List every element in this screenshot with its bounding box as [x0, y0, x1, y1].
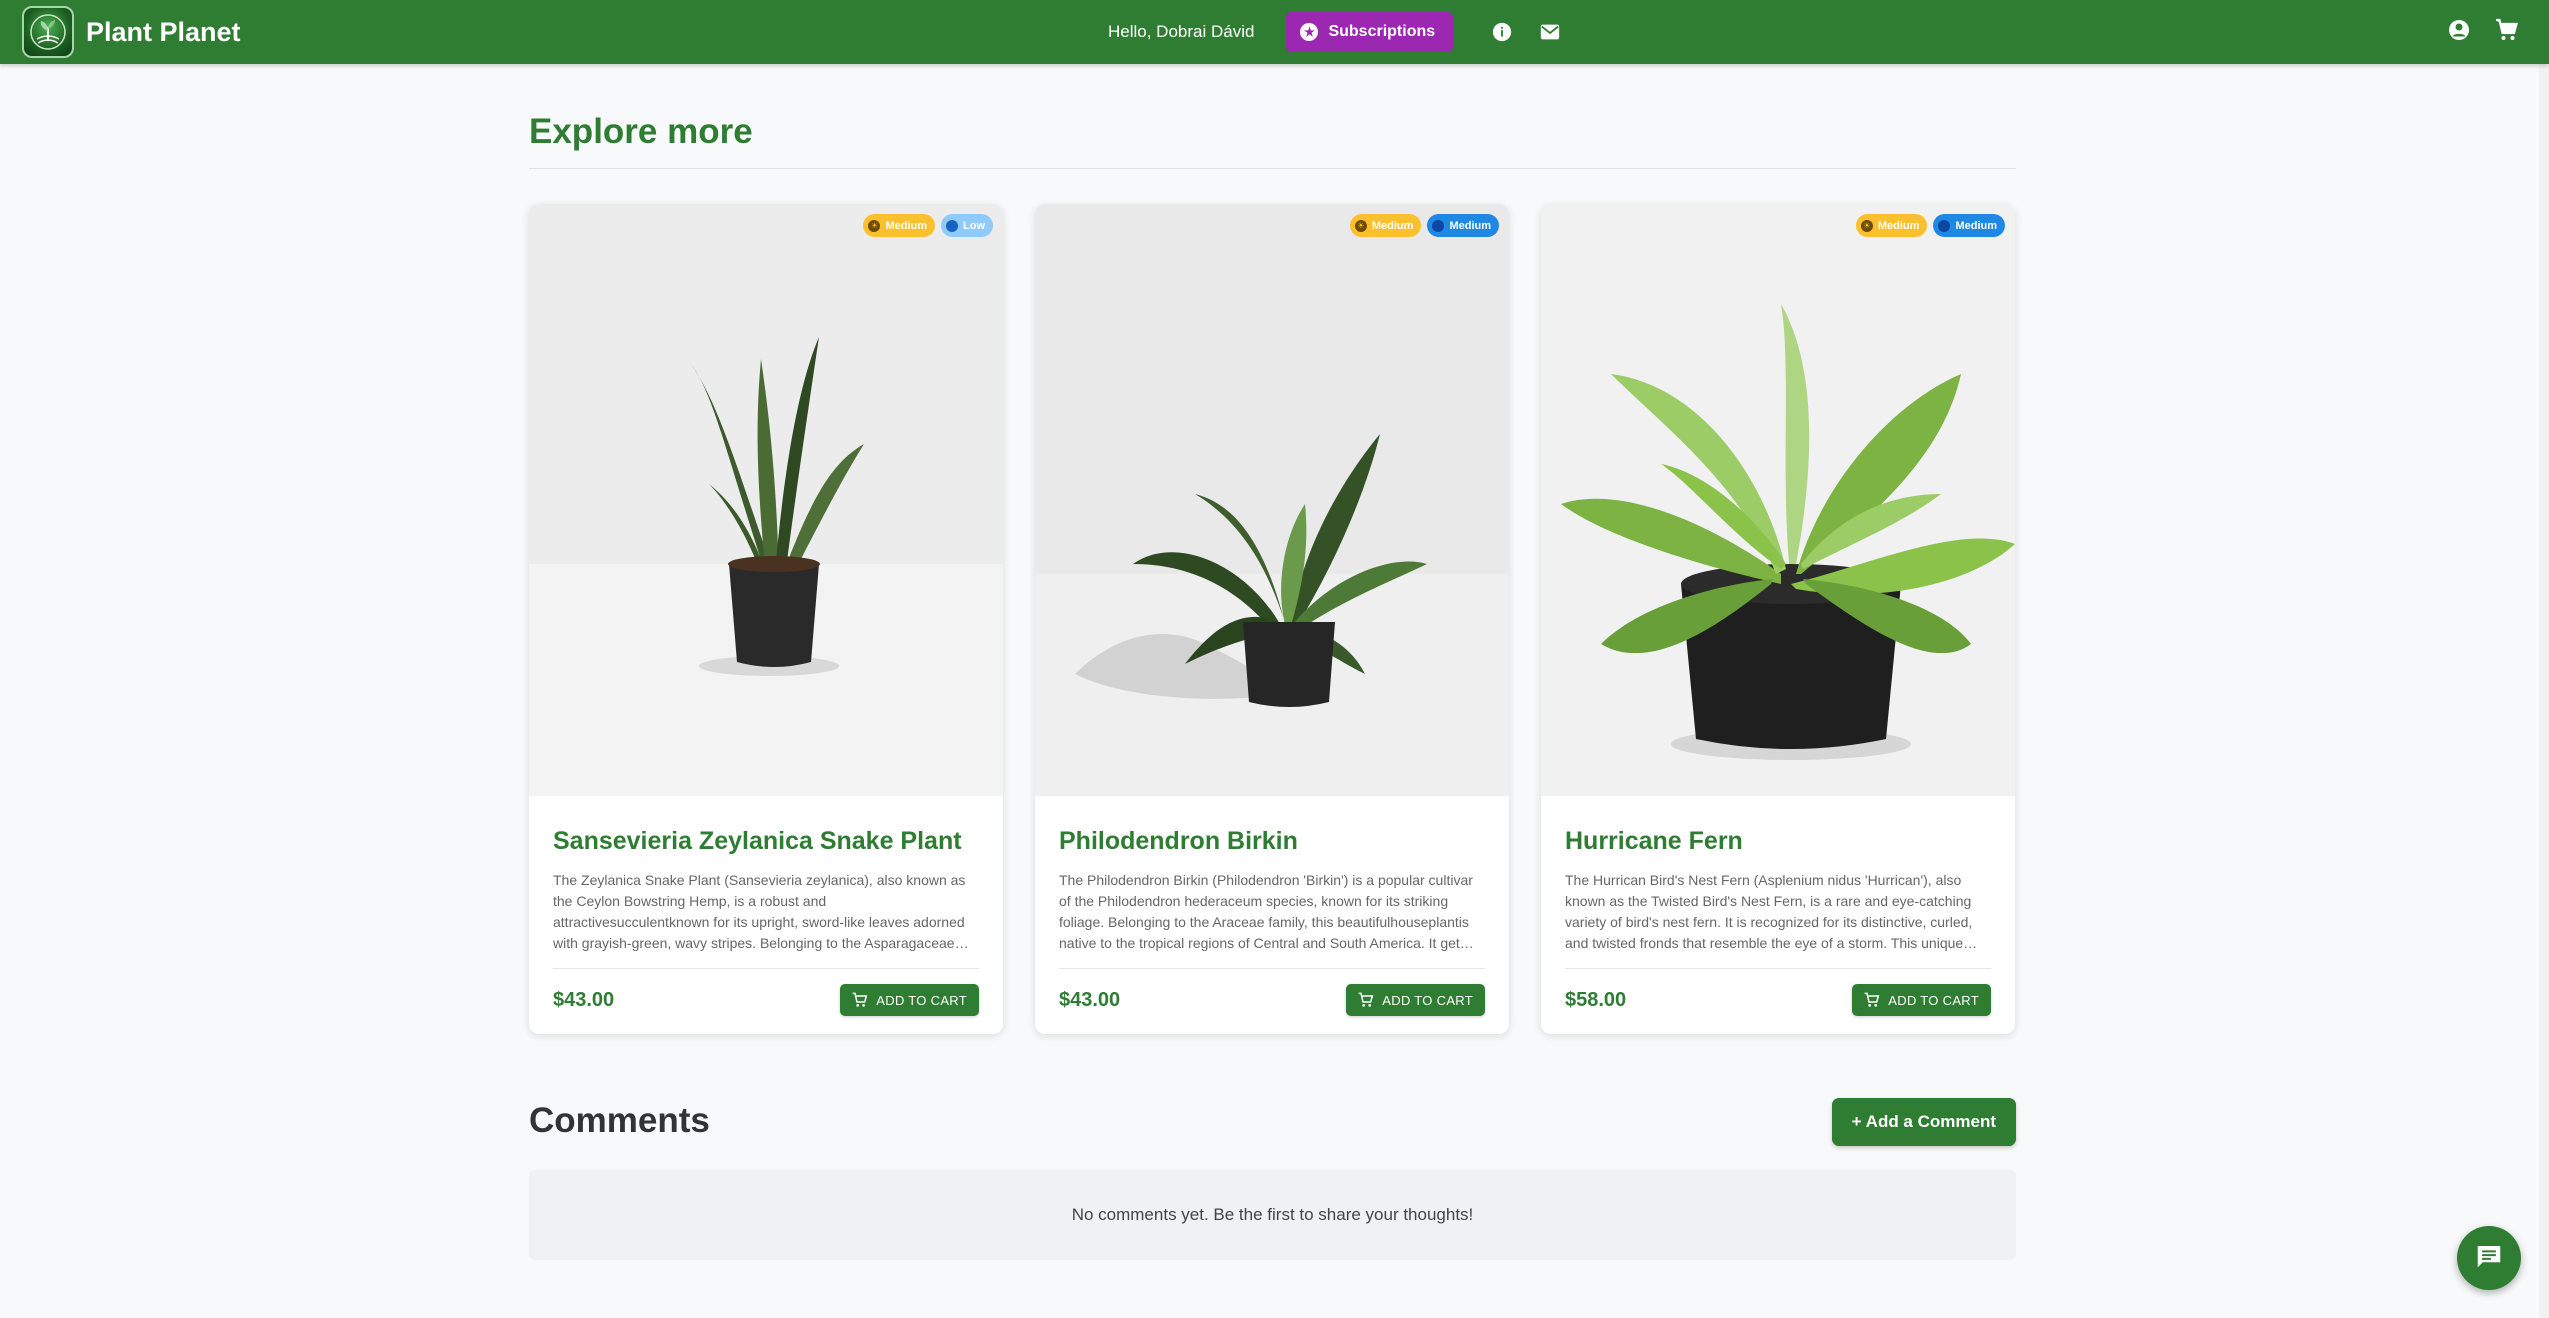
sun-icon: ☀ — [1860, 219, 1873, 232]
sun-icon: ☀ — [1354, 219, 1367, 232]
product-name[interactable]: Philodendron Birkin — [1059, 826, 1485, 856]
comments-title: Comments — [529, 1101, 710, 1140]
care-badges: ☀ Medium Medium — [1855, 214, 2005, 237]
product-card[interactable]: ☀ Medium Low Sansevieria Zeylanica Snake … — [529, 204, 1003, 1034]
add-comment-button[interactable]: + Add a Comment — [1831, 1098, 2016, 1146]
chat-button[interactable] — [2457, 1226, 2521, 1290]
product-description: The Hurrican Bird's Nest Fern (Asplenium… — [1565, 872, 1978, 951]
center-nav: Hello, Dobrai Dávid ★ Subscriptions — [1108, 12, 1563, 52]
card-divider — [1565, 968, 1991, 969]
product-description: The Philodendron Birkin (Philodendron 'B… — [1059, 872, 1474, 951]
add-to-cart-button[interactable]: ADD TO CART — [840, 984, 979, 1016]
product-list: ☀ Medium Low Sansevieria Zeylanica Snake … — [529, 204, 2015, 1034]
comments-empty-state: No comments yet. Be the first to share y… — [529, 1170, 2016, 1260]
card-footer: $43.00 ADD TO CART — [553, 984, 979, 1016]
product-price: $43.00 — [553, 988, 615, 1011]
card-divider — [553, 968, 979, 969]
account-icon[interactable] — [2447, 18, 2471, 47]
add-to-cart-button[interactable]: ADD TO CART — [1852, 984, 1991, 1016]
brand[interactable]: Plant Planet — [22, 6, 241, 58]
card-footer: $58.00 ADD TO CART — [1565, 984, 1991, 1016]
care-badges: ☀ Medium Medium — [1349, 214, 1499, 237]
water-badge: Low — [941, 214, 993, 237]
info-icon[interactable] — [1489, 19, 1515, 45]
light-badge: ☀ Medium — [1349, 214, 1422, 237]
product-price: $58.00 — [1565, 988, 1627, 1011]
light-badge: ☀ Medium — [1855, 214, 1928, 237]
product-name[interactable]: Sansevieria Zeylanica Snake Plant — [553, 826, 979, 856]
cart-icon — [1864, 992, 1880, 1008]
product-card[interactable]: ☀ Medium Medium Hurricane Fern The Hurric… — [1541, 204, 2015, 1034]
product-price: $43.00 — [1059, 988, 1121, 1011]
subscriptions-label: Subscriptions — [1328, 23, 1436, 40]
logo-icon — [22, 6, 74, 58]
top-app-bar: Plant Planet Hello, Dobrai Dávid ★ Subsc… — [0, 0, 2549, 64]
add-to-cart-button[interactable]: ADD TO CART — [1346, 984, 1485, 1016]
water-drop-icon — [1938, 219, 1951, 232]
header-actions — [2447, 18, 2519, 47]
product-card[interactable]: ☀ Medium Medium Philodendron Birkin The P… — [1035, 204, 1509, 1034]
product-info: Sansevieria Zeylanica Snake Plant The Ze… — [553, 796, 979, 1016]
product-image[interactable]: ☀ Medium Low — [529, 204, 1003, 796]
scrollbar[interactable] — [2539, 64, 2549, 1318]
subscriptions-button[interactable]: ★ Subscriptions — [1286, 12, 1454, 52]
product-image[interactable]: ☀ Medium Medium — [1541, 204, 2015, 796]
water-drop-icon — [946, 219, 958, 232]
water-drop-icon — [1432, 219, 1445, 232]
empty-comments-text: No comments yet. Be the first to share y… — [1071, 1205, 1474, 1224]
cart-icon[interactable] — [2495, 18, 2519, 47]
user-greeting: Hello, Dobrai Dávid — [1108, 22, 1255, 41]
product-description: The Zeylanica Snake Plant (Sansevieria z… — [553, 872, 969, 951]
cart-icon — [1358, 992, 1374, 1008]
chat-icon — [2474, 1241, 2504, 1276]
sun-icon: ☀ — [868, 219, 881, 232]
water-badge: Medium — [1933, 214, 2005, 237]
care-badges: ☀ Medium Low — [863, 214, 993, 237]
mail-icon[interactable] — [1537, 19, 1563, 45]
cart-icon — [852, 992, 868, 1008]
divider — [529, 168, 2016, 169]
product-info: Hurricane Fern The Hurrican Bird's Nest … — [1565, 796, 1991, 1016]
water-badge: Medium — [1427, 214, 1499, 237]
brand-name: Plant Planet — [86, 16, 241, 47]
product-name[interactable]: Hurricane Fern — [1565, 826, 1991, 856]
card-divider — [1059, 968, 1485, 969]
star-icon: ★ — [1300, 23, 1319, 41]
section-title: Explore more — [529, 112, 753, 151]
card-footer: $43.00 ADD TO CART — [1059, 984, 1485, 1016]
light-badge: ☀ Medium — [863, 214, 935, 237]
product-info: Philodendron Birkin The Philodendron Bir… — [1059, 796, 1485, 1016]
product-image[interactable]: ☀ Medium Medium — [1035, 204, 1509, 796]
